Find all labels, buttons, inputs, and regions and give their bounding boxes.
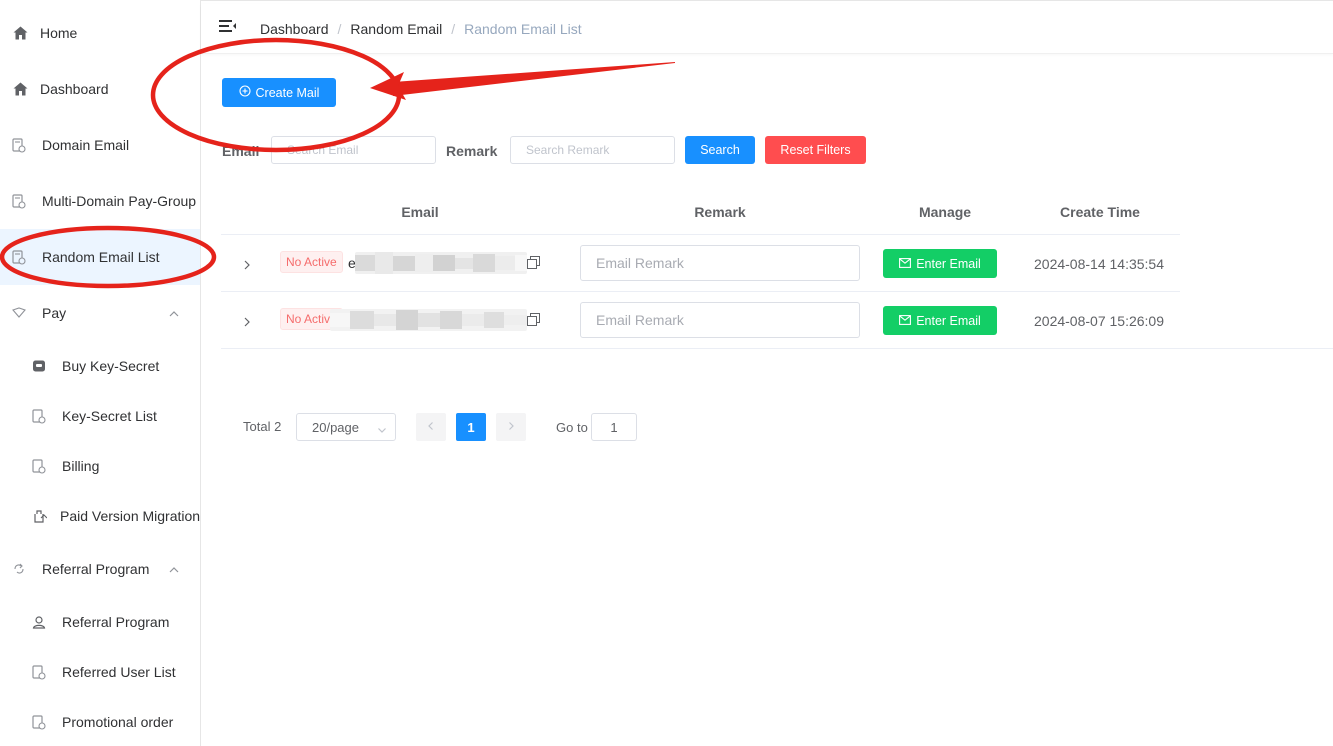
- referral-icon: [11, 561, 27, 577]
- column-header-remark: Remark: [694, 204, 746, 220]
- chevron-up-icon: [168, 563, 180, 575]
- email-search-input[interactable]: [271, 136, 436, 164]
- sidebar-item-dashboard[interactable]: Dashboard: [0, 61, 200, 117]
- copy-icon[interactable]: [527, 256, 540, 269]
- sidebar-item-label: Random Email List: [42, 249, 160, 265]
- reset-filters-button[interactable]: Reset Filters: [765, 136, 866, 164]
- top-header: Dashboard / Random Email / Random Email …: [201, 4, 1333, 54]
- plus-circle-icon: [238, 85, 251, 100]
- chevron-right-icon: [506, 418, 516, 436]
- table-divider: [221, 291, 1180, 292]
- create-mail-label: Create Mail: [255, 85, 320, 100]
- pay-icon: [11, 305, 27, 321]
- page-size-value: 20/page: [312, 419, 359, 435]
- sidebar-item-referral-program-group[interactable]: Referral Program: [0, 541, 200, 597]
- document-icon: [11, 137, 27, 153]
- user-icon: [31, 614, 47, 630]
- chevron-up-icon: [168, 307, 180, 319]
- sidebar-item-promotional-order[interactable]: Promotional order: [0, 697, 200, 746]
- wallet-icon: [31, 358, 47, 374]
- home-icon: [12, 25, 28, 41]
- create-time-cell: 2024-08-14 14:35:54: [1034, 256, 1164, 272]
- sidebar-item-paid-version-migration[interactable]: Paid Version Migration: [0, 491, 201, 541]
- breadcrumb-random-email[interactable]: Random Email: [350, 21, 442, 37]
- document-icon: [11, 193, 27, 209]
- prev-page-button[interactable]: [416, 413, 446, 441]
- page-number-current[interactable]: 1: [456, 413, 486, 441]
- email-remark-input[interactable]: [580, 245, 860, 281]
- breadcrumb-separator: /: [451, 21, 456, 37]
- home-icon: [12, 81, 28, 97]
- remark-filter-label: Remark: [446, 143, 498, 159]
- document-icon: [31, 458, 47, 474]
- breadcrumb: Dashboard / Random Email / Random Email …: [260, 21, 582, 37]
- chevron-right-icon[interactable]: [241, 258, 253, 270]
- create-time-cell: 2024-08-07 15:26:09: [1034, 313, 1164, 329]
- enter-email-label: Enter Email: [916, 313, 981, 328]
- email-filter-label: Email: [222, 143, 260, 159]
- breadcrumb-current: Random Email List: [464, 21, 582, 37]
- next-page-button[interactable]: [496, 413, 526, 441]
- sidebar: Home Dashboard Domain Email Multi-Domain…: [0, 0, 201, 746]
- sidebar-item-label: Referral Program: [62, 614, 170, 630]
- status-badge: No Active: [280, 251, 343, 273]
- sidebar-item-random-email-list[interactable]: Random Email List: [0, 229, 200, 285]
- redacted-email-address: [330, 309, 527, 331]
- table-divider: [221, 234, 1180, 235]
- sidebar-item-label: Paid Version Migration: [60, 508, 201, 524]
- sidebar-item-label: Dashboard: [40, 81, 109, 97]
- migration-icon: [31, 508, 47, 524]
- enter-email-button[interactable]: Enter Email: [883, 249, 997, 278]
- menu-toggle-icon[interactable]: [219, 19, 237, 35]
- enter-email-button[interactable]: Enter Email: [883, 306, 997, 335]
- document-icon: [11, 249, 27, 265]
- sidebar-item-buy-key-secret[interactable]: Buy Key-Secret: [0, 341, 200, 391]
- remark-search-input[interactable]: [510, 136, 675, 164]
- sidebar-item-label: Referred User List: [62, 664, 176, 680]
- breadcrumb-dashboard[interactable]: Dashboard: [260, 21, 329, 37]
- annotation-arrow: [393, 62, 675, 96]
- sidebar-item-billing[interactable]: Billing: [0, 441, 200, 491]
- sidebar-item-label: Key-Secret List: [62, 408, 157, 424]
- email-remark-input[interactable]: [580, 302, 860, 338]
- sidebar-item-label: Billing: [62, 458, 100, 474]
- sidebar-item-multi-domain-pay-group[interactable]: Multi-Domain Pay-Group: [0, 173, 200, 229]
- column-header-create-time: Create Time: [1060, 204, 1140, 220]
- table-divider: [221, 348, 1333, 349]
- sidebar-item-label: Pay: [42, 305, 67, 321]
- annotation-arrowhead: [370, 72, 406, 100]
- sidebar-item-label: Home: [40, 25, 78, 41]
- search-button[interactable]: Search: [685, 136, 755, 164]
- document-icon: [31, 714, 47, 730]
- sidebar-item-label: Referral Program: [42, 561, 150, 577]
- chevron-down-icon: [377, 423, 387, 433]
- document-icon: [31, 664, 47, 680]
- goto-page-input[interactable]: [591, 413, 637, 441]
- create-mail-button[interactable]: Create Mail: [222, 78, 336, 107]
- goto-label: Go to: [556, 420, 588, 435]
- column-header-email: Email: [401, 204, 439, 220]
- breadcrumb-separator: /: [337, 21, 342, 37]
- sidebar-item-referral-program[interactable]: Referral Program: [0, 597, 200, 647]
- sidebar-item-label: Buy Key-Secret: [62, 358, 160, 374]
- sidebar-item-pay[interactable]: Pay: [0, 285, 200, 341]
- copy-icon[interactable]: [527, 313, 540, 326]
- mail-icon: [899, 314, 912, 328]
- sidebar-item-referred-user-list[interactable]: Referred User List: [0, 647, 200, 697]
- chevron-right-icon[interactable]: [241, 315, 253, 327]
- sidebar-item-label: Promotional order: [62, 714, 174, 730]
- sidebar-item-key-secret-list[interactable]: Key-Secret List: [0, 391, 200, 441]
- sidebar-item-domain-email[interactable]: Domain Email: [0, 117, 200, 173]
- enter-email-label: Enter Email: [916, 256, 981, 271]
- redacted-email-address: [355, 252, 527, 274]
- sidebar-item-label: Domain Email: [42, 137, 130, 153]
- pagination-total: Total 2: [243, 419, 282, 434]
- chevron-left-icon: [426, 418, 436, 436]
- sidebar-item-home[interactable]: Home: [0, 5, 200, 61]
- column-header-manage: Manage: [918, 204, 972, 220]
- page-size-select[interactable]: 20/page: [296, 413, 396, 441]
- sidebar-item-label: Multi-Domain Pay-Group: [42, 193, 197, 209]
- mail-icon: [899, 257, 912, 271]
- document-icon: [31, 408, 47, 424]
